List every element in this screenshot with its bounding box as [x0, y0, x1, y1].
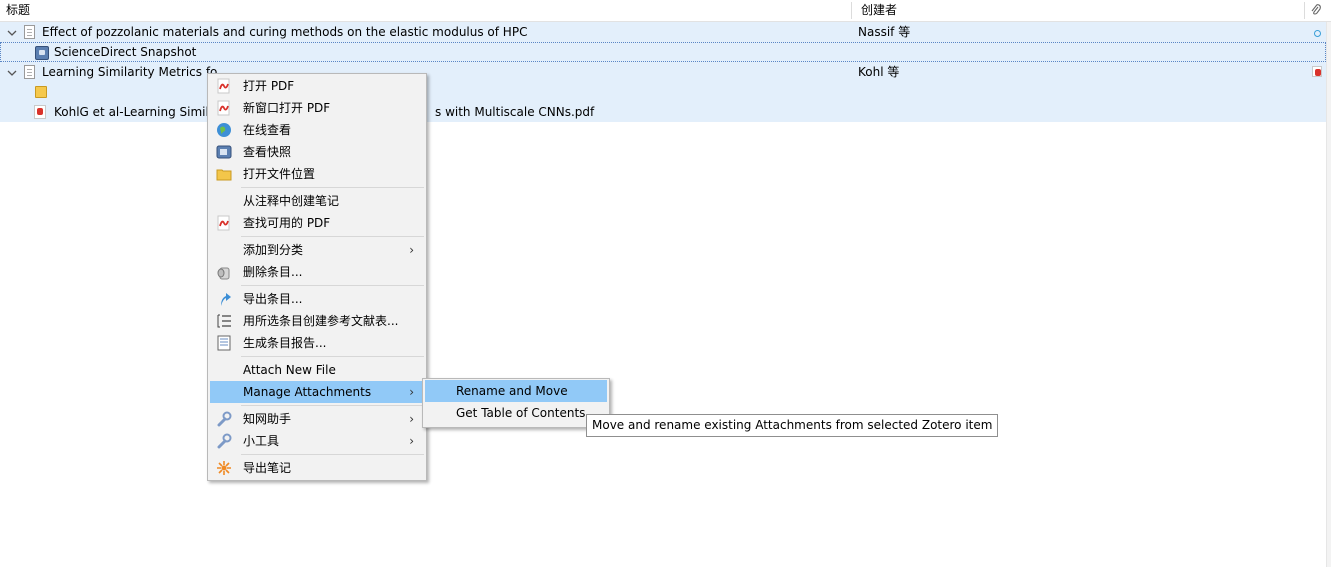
submenu-item-label: Get Table of Contents	[456, 406, 586, 420]
column-title-label: 标题	[6, 3, 31, 17]
menu-item-label: 打开文件位置	[243, 167, 316, 181]
item-creator: Kohl 等	[858, 65, 900, 79]
folder-icon	[216, 166, 232, 182]
pdf-icon	[34, 105, 46, 119]
menu-item-view-online[interactable]: 在线查看	[210, 119, 424, 141]
menu-item-label: Attach New File	[243, 363, 336, 377]
chevron-right-icon: ›	[409, 243, 414, 257]
menu-item-open-pdf[interactable]: 打开 PDF	[210, 75, 424, 97]
pdf-icon	[216, 215, 232, 231]
menu-item-label: 添加到分类	[243, 243, 304, 257]
vertical-scrollbar[interactable]	[1326, 22, 1331, 567]
export-notes-icon	[216, 460, 232, 476]
column-creator[interactable]: 创建者	[855, 0, 1305, 21]
manage-attachments-submenu: Rename and Move Get Table of Contents	[422, 378, 610, 428]
menu-item-attach-new-file[interactable]: Attach New File	[210, 359, 424, 381]
menu-separator	[241, 187, 424, 188]
menu-item-delete-items[interactable]: 删除条目...	[210, 261, 424, 283]
menu-separator	[241, 405, 424, 406]
menu-item-cnki-helper[interactable]: 知网助手 ›	[210, 408, 424, 430]
attachment-title: KohlG et al-Learning Simila	[54, 105, 217, 119]
tooltip: Move and rename existing Attachments fro…	[586, 414, 999, 437]
menu-item-label: 在线查看	[243, 123, 292, 137]
attachment-title-tail: s with Multiscale CNNs.pdf	[435, 105, 595, 119]
menu-item-manage-attachments[interactable]: Manage Attachments ›	[210, 381, 424, 403]
pdf-icon	[216, 100, 232, 116]
menu-separator	[241, 454, 424, 455]
globe-icon	[216, 122, 232, 138]
menu-item-create-bibliography[interactable]: 用所选条目创建参考文献表...	[210, 310, 424, 332]
menu-item-add-to-collection[interactable]: 添加到分类 ›	[210, 239, 424, 261]
menu-separator	[241, 236, 424, 237]
menu-item-label: 导出笔记	[243, 461, 292, 475]
pdf-icon	[216, 78, 232, 94]
item-creator: Nassif 等	[858, 25, 911, 39]
column-creator-label: 创建者	[861, 3, 898, 17]
column-title[interactable]: 标题	[0, 0, 850, 21]
snapshot-icon	[216, 144, 232, 160]
menu-item-label: Manage Attachments	[243, 385, 372, 399]
menu-item-label: 导出条目...	[243, 292, 303, 306]
chevron-right-icon: ›	[409, 434, 414, 448]
report-icon	[216, 335, 232, 351]
item-row[interactable]: Learning Similarity Metrics fo Kohl 等	[0, 62, 1326, 82]
item-row[interactable]: Effect of pozzolanic materials and curin…	[0, 22, 1326, 42]
submenu-item-get-table-of-contents[interactable]: Get Table of Contents	[425, 402, 607, 424]
menu-item-export-notes[interactable]: 导出笔记	[210, 457, 424, 479]
context-menu: 打开 PDF 新窗口打开 PDF 在线查看 查看快照 打开文件位置 从注释中创建…	[207, 73, 427, 481]
chevron-right-icon: ›	[409, 412, 414, 426]
menu-item-label: 知网助手	[243, 412, 292, 426]
column-header: 标题 创建者	[0, 0, 1331, 22]
snapshot-icon	[35, 46, 49, 60]
attachment-status-icon[interactable]	[1314, 30, 1321, 37]
document-icon	[24, 65, 35, 79]
bibliography-icon	[216, 313, 232, 329]
wrench-icon	[216, 433, 232, 449]
attachment-row[interactable]: KohlG et al-Learning Simila s with Multi…	[0, 102, 1326, 122]
menu-item-label: 查看快照	[243, 145, 292, 159]
menu-item-label: 小工具	[243, 434, 280, 448]
menu-separator	[241, 356, 424, 357]
wrench-icon	[216, 411, 232, 427]
menu-item-tools[interactable]: 小工具 ›	[210, 430, 424, 452]
menu-item-show-file[interactable]: 打开文件位置	[210, 163, 424, 185]
attachment-title: ScienceDirect Snapshot	[54, 45, 197, 59]
chevron-down-icon[interactable]	[7, 28, 17, 38]
menu-item-create-note-from-annotations[interactable]: 从注释中创建笔记	[210, 190, 424, 212]
item-title: Learning Similarity Metrics fo	[42, 65, 218, 79]
export-arrow-icon	[216, 291, 232, 307]
attachment-row[interactable]: ScienceDirect Snapshot	[0, 42, 1326, 62]
menu-item-export-items[interactable]: 导出条目...	[210, 288, 424, 310]
note-icon	[35, 86, 47, 98]
menu-item-label: 打开 PDF	[243, 79, 295, 93]
column-divider[interactable]	[1304, 2, 1305, 19]
chevron-down-icon[interactable]	[7, 68, 17, 78]
note-row[interactable]	[0, 82, 1326, 102]
trash-icon	[216, 264, 232, 280]
menu-item-label: 生成条目报告...	[243, 336, 327, 350]
pdf-icon[interactable]	[1312, 66, 1322, 77]
chevron-right-icon: ›	[409, 385, 414, 399]
menu-item-find-pdf[interactable]: 查找可用的 PDF	[210, 212, 424, 234]
menu-item-label: 从注释中创建笔记	[243, 194, 340, 208]
menu-item-generate-report[interactable]: 生成条目报告...	[210, 332, 424, 354]
column-divider[interactable]	[851, 2, 852, 19]
menu-item-label: 用所选条目创建参考文献表...	[243, 314, 399, 328]
menu-item-open-pdf-new-window[interactable]: 新窗口打开 PDF	[210, 97, 424, 119]
submenu-item-label: Rename and Move	[456, 384, 568, 398]
menu-item-label: 删除条目...	[243, 265, 303, 279]
menu-item-label: 新窗口打开 PDF	[243, 101, 331, 115]
submenu-item-rename-and-move[interactable]: Rename and Move	[425, 380, 607, 402]
document-icon	[24, 25, 35, 39]
attachment-column-icon[interactable]	[1310, 4, 1322, 17]
item-title: Effect of pozzolanic materials and curin…	[42, 25, 528, 39]
menu-separator	[241, 285, 424, 286]
menu-item-label: 查找可用的 PDF	[243, 216, 331, 230]
menu-item-view-snapshot[interactable]: 查看快照	[210, 141, 424, 163]
